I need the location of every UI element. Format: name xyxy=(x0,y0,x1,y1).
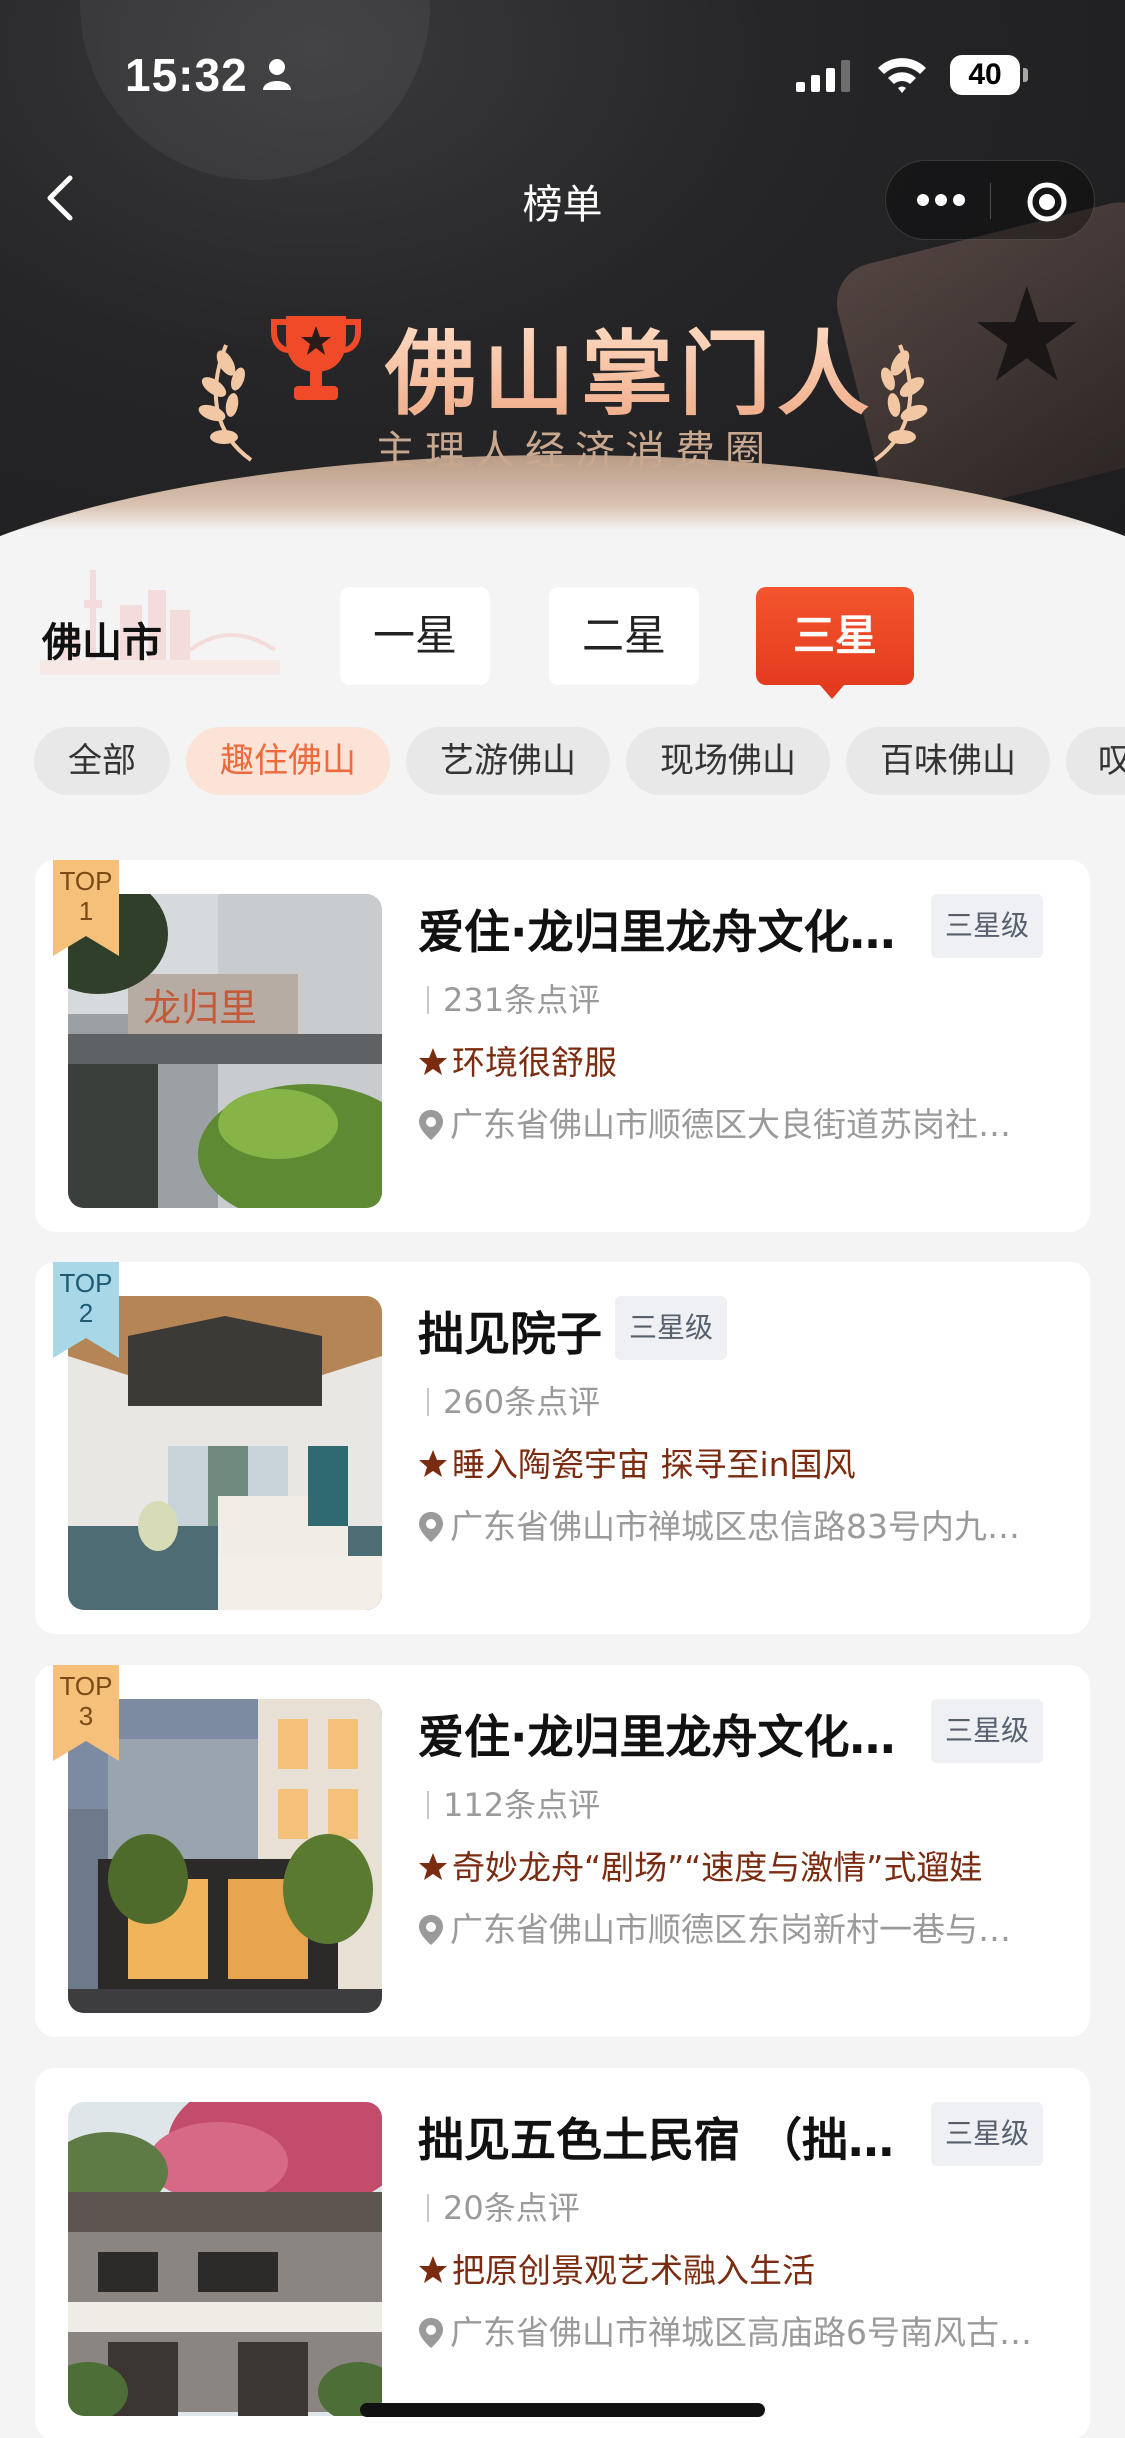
listing-title[interactable]: 爱住·龙归里龙舟文化… xyxy=(418,896,918,962)
listing-title[interactable]: 爱住·龙归里龙舟文化… xyxy=(418,1701,918,1767)
star-icon xyxy=(419,1048,447,1075)
star-level-badge: 三星级 xyxy=(931,1699,1043,1763)
location-pin-icon xyxy=(419,1110,443,1140)
address-text: 广东省佛山市顺德区大良街道苏岗社… xyxy=(418,1098,1068,1146)
review-count[interactable]: 20条点评 xyxy=(427,2183,580,2229)
target-icon[interactable] xyxy=(1026,181,1068,223)
battery-level: 40 xyxy=(950,55,1020,95)
listing-title[interactable]: 拙见院子 xyxy=(418,1298,602,1364)
signal-icon xyxy=(796,60,850,92)
battery-icon: 40 xyxy=(950,55,1030,95)
star-icon xyxy=(419,1450,447,1477)
decor-star-icon: ★ xyxy=(968,259,1085,411)
rank-number: 1 xyxy=(78,896,94,926)
address-label: 广东省佛山市顺德区大良街道苏岗社… xyxy=(450,1105,1011,1144)
review-count[interactable]: 112条点评 xyxy=(427,1780,600,1826)
capsule-divider xyxy=(990,183,991,219)
status-bar: 15:32 40 xyxy=(0,0,1125,150)
svg-text:龙归里: 龙归里 xyxy=(143,986,257,1030)
category-food[interactable]: 百味佛山 xyxy=(846,727,1050,795)
city-selector[interactable]: 佛山市 xyxy=(0,560,320,680)
hero-title: 佛山掌门人 xyxy=(385,300,875,433)
category-stay[interactable]: 趣住佛山 xyxy=(186,727,390,795)
highlight-text: 奇妙龙舟“剧场”“速度与激情”式遛娃 xyxy=(418,1841,982,1889)
listing-card[interactable]: 拙见五色土民宿 （拙… 三星级 20条点评 把原创景观艺术融入生活 广东省佛山市… xyxy=(35,2068,1090,2438)
rank-label: TOP 2 xyxy=(53,1268,119,1328)
review-count[interactable]: 260条点评 xyxy=(427,1377,600,1423)
listing-title[interactable]: 拙见五色土民宿 （拙… xyxy=(418,2104,918,2170)
address-text: 广东省佛山市禅城区忠信路83号内九… xyxy=(418,1500,1068,1548)
rank-top: TOP xyxy=(59,866,113,896)
review-count[interactable]: 231条点评 xyxy=(427,975,600,1021)
address-text: 广东省佛山市顺德区东岗新村一巷与… xyxy=(418,1903,1068,1951)
star-level-badge: 三星级 xyxy=(931,894,1043,958)
listing-card[interactable]: 龙归里 TOP 1 爱住·龙归里龙舟文化… 三星级 231条点评 环境很舒服 广东… xyxy=(35,860,1090,1232)
hero-subtitle: 主理人经济消费圈 xyxy=(375,428,775,474)
location-pin-icon xyxy=(419,1915,443,1945)
rank-number: 2 xyxy=(78,1298,94,1328)
highlight-text: 睡入陶瓷宇宙 探寻至in国风 xyxy=(418,1438,856,1486)
trophy-icon xyxy=(271,316,361,400)
listing-card[interactable]: TOP 2 拙见院子 三星级 260条点评 睡入陶瓷宇宙 探寻至in国风 广东省佛… xyxy=(35,1262,1090,1634)
listing-card[interactable]: TOP 3 爱住·龙归里龙舟文化… 三星级 112条点评 奇妙龙舟“剧场”“速度与… xyxy=(35,1665,1090,2037)
laurel-icon xyxy=(198,344,253,462)
hero-banner: ★ 15:32 40 榜单 佛山掌门人 主理人经济消费圈 xyxy=(0,0,1125,600)
star-icon xyxy=(419,2256,447,2283)
highlight-label: 把原创景观艺术融入生活 xyxy=(452,2251,815,2290)
rank-number: 3 xyxy=(78,1701,94,1731)
address-text: 广东省佛山市禅城区高庙路6号南风古… xyxy=(418,2306,1068,2354)
rank-label: TOP 1 xyxy=(53,866,119,926)
more-icon[interactable] xyxy=(916,193,966,207)
star-level-badge: 三星级 xyxy=(615,1296,727,1360)
highlight-text: 把原创景观艺术融入生活 xyxy=(418,2244,815,2292)
star-level-badge: 三星级 xyxy=(931,2102,1043,2166)
laurel-icon xyxy=(873,344,928,462)
address-label: 广东省佛山市禅城区忠信路83号内九… xyxy=(450,1507,1020,1546)
tab-three-star[interactable]: 三星 xyxy=(756,587,914,699)
highlight-text: 环境很舒服 xyxy=(418,1036,617,1084)
address-label: 广东省佛山市禅城区高庙路6号南风古… xyxy=(450,2313,1032,2352)
wifi-icon xyxy=(878,58,926,93)
person-icon xyxy=(263,59,291,90)
highlight-label: 睡入陶瓷宇宙 探寻至in国风 xyxy=(452,1445,856,1484)
highlight-label: 环境很舒服 xyxy=(452,1043,617,1082)
listing-photo xyxy=(68,2102,382,2416)
highlight-label: 奇妙龙舟“剧场”“速度与激情”式遛娃 xyxy=(452,1848,983,1887)
rank-top: TOP xyxy=(59,1268,113,1298)
star-icon xyxy=(419,1853,447,1880)
address-label: 广东省佛山市顺德区东岗新村一巷与… xyxy=(450,1910,1011,1949)
category-all[interactable]: 全部 xyxy=(34,727,170,795)
miniprogram-capsule xyxy=(885,160,1095,240)
tab-two-star[interactable]: 二星 xyxy=(549,587,699,685)
city-label: 佛山市 xyxy=(42,620,162,666)
tab-one-star[interactable]: 一星 xyxy=(340,587,490,685)
category-more[interactable]: 叹 xyxy=(1066,727,1125,795)
status-time: 15:32 xyxy=(125,49,248,101)
rank-label: TOP 3 xyxy=(53,1671,119,1731)
rank-top: TOP xyxy=(59,1671,113,1701)
location-pin-icon xyxy=(419,1512,443,1542)
category-live[interactable]: 现场佛山 xyxy=(626,727,830,795)
category-art-tour[interactable]: 艺游佛山 xyxy=(406,727,610,795)
battery-nub xyxy=(1023,68,1028,82)
home-indicator[interactable] xyxy=(360,2403,765,2417)
location-pin-icon xyxy=(419,2318,443,2348)
